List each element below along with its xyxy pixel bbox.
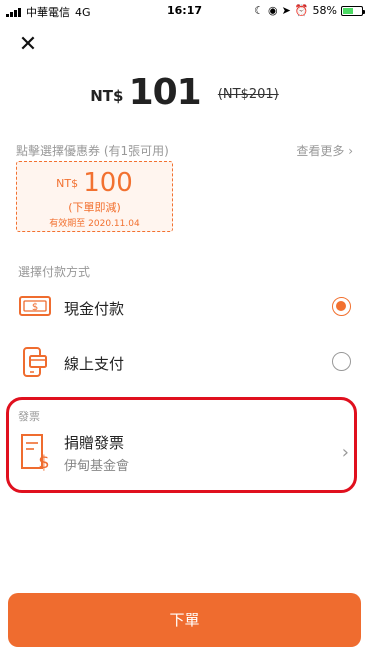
price-original: (NT$201) [217,87,279,102]
invoice-highlight-annotation [6,397,357,493]
payment-option-label: 線上支付 [64,355,125,373]
moon-icon: ☾ [254,4,265,17]
payment-option-online[interactable]: 線上支付 [0,346,369,386]
lock-rotation-icon: ◉ [268,4,278,17]
coupon-amount: 100 [83,168,133,198]
status-right: ☾ ◉ ➤ ⏰ 58% [254,4,365,17]
status-bar: 中華電信 4G 16:17 ☾ ◉ ➤ ⏰ 58% [0,0,369,22]
mobile-payment-icon [18,346,50,378]
battery-icon [341,5,365,16]
location-icon: ➤ [281,4,291,17]
coupon-card[interactable]: NT$ 100 (下單即減) 有效期至 2020.11.04 [16,161,173,232]
radio-unselected[interactable] [332,352,351,371]
payment-title: 選擇付款方式 [18,265,91,279]
submit-order-button[interactable]: 下單 [8,593,361,647]
alarm-icon: ⏰ [294,4,309,17]
battery-percent: 58% [312,4,337,17]
payment-option-label: 現金付款 [64,300,125,318]
price-summary: NT$ 101 (NT$201) [0,72,369,113]
coupon-currency: NT$ [56,177,79,190]
coupon-hint: 點擊選擇優惠券 (有1張可用) [16,144,169,158]
coupon-description: (下單即減) [68,201,121,214]
coupon-validity: 有效期至 2020.11.04 [49,219,140,229]
payment-option-cash[interactable]: $ 現金付款 [0,291,369,331]
cash-icon: $ [18,291,51,323]
coupon-value: NT$ 100 [17,168,172,198]
close-icon[interactable]: ✕ [16,33,40,57]
radio-selected[interactable] [332,297,351,316]
price-currency: NT$ [90,87,124,105]
price-amount: 101 [128,72,202,113]
see-more-link[interactable]: 查看更多 › [296,142,353,159]
svg-text:$: $ [32,302,38,313]
